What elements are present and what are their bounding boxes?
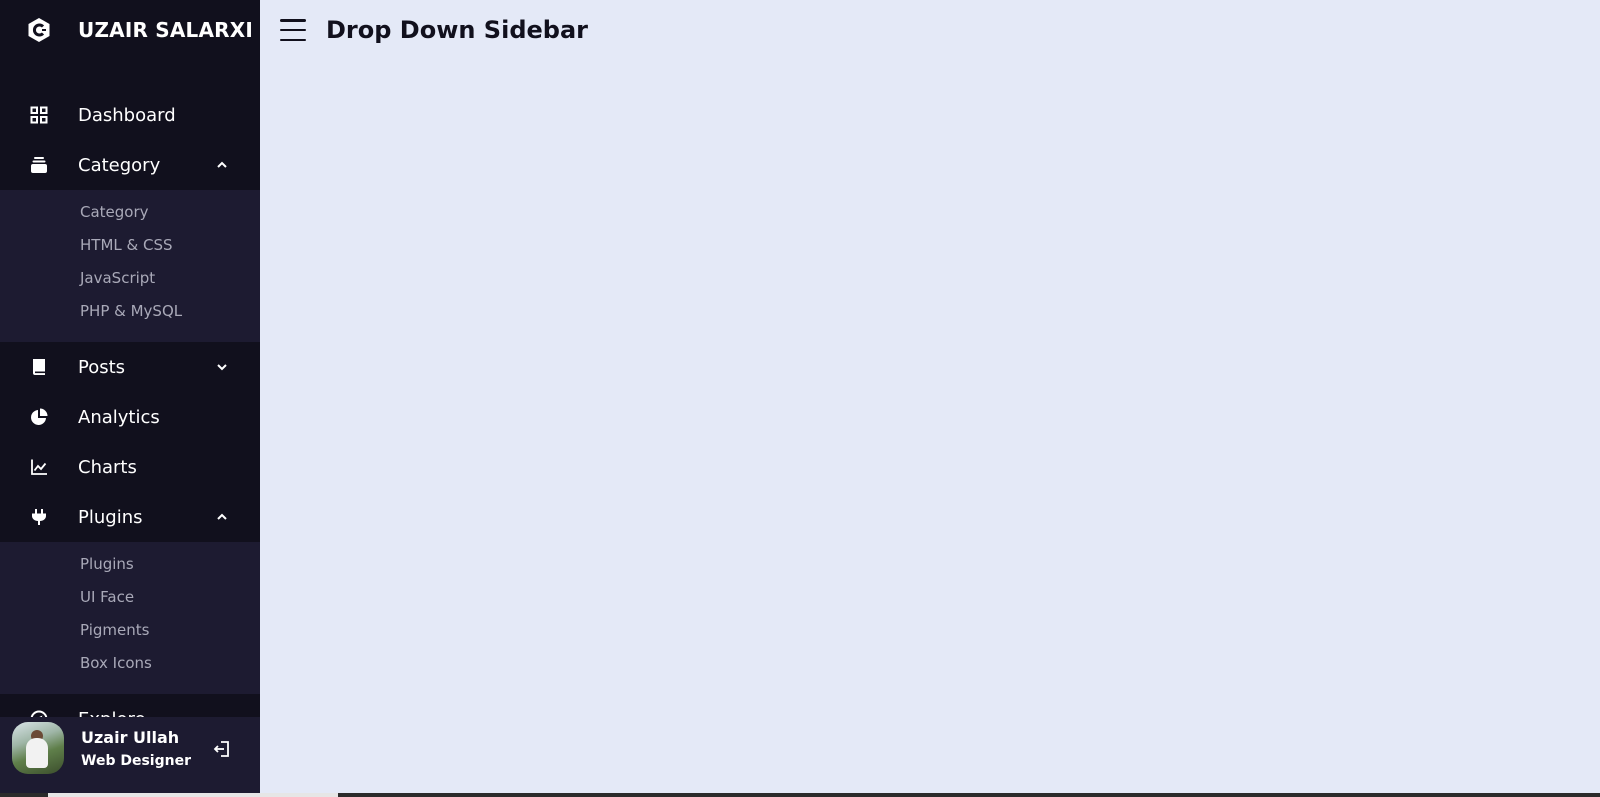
horizontal-scrollbar[interactable] xyxy=(0,793,1600,797)
sidebar: UZAIR SALARXI Dashboard Category Categor… xyxy=(0,0,260,797)
grid-icon xyxy=(0,90,78,140)
sidebar-item-label: Analytics xyxy=(78,406,160,428)
sidebar-item-charts[interactable]: Charts xyxy=(0,442,260,492)
submenu-item[interactable]: UI Face xyxy=(0,581,260,614)
c-hexagon-logo-icon xyxy=(26,17,52,43)
line-chart-icon xyxy=(0,442,78,492)
sidebar-item-label: Charts xyxy=(78,456,137,478)
profile-details: Uzair Ullah Web Designer xyxy=(0,717,260,779)
plugins-submenu: Plugins UI Face Pigments Box Icons xyxy=(0,542,260,694)
chevron-up-icon[interactable] xyxy=(214,157,230,173)
sidebar-item-label: Posts xyxy=(78,356,126,378)
sidebar-item-label: Dashboard xyxy=(78,104,176,126)
submenu-item[interactable]: Plugins xyxy=(0,548,260,581)
submenu-item[interactable]: Pigments xyxy=(0,614,260,647)
home-section: Drop Down Sidebar xyxy=(260,0,1600,797)
sidebar-item-label: Plugins xyxy=(78,506,143,528)
submenu-item[interactable]: PHP & MySQL xyxy=(0,295,260,328)
profile-name: Uzair Ullah xyxy=(81,727,180,747)
pie-chart-icon xyxy=(0,392,78,442)
collection-icon xyxy=(0,140,78,190)
scrollbar-thumb[interactable] xyxy=(48,793,338,797)
submenu-item[interactable]: Category xyxy=(0,196,260,229)
page-title: Drop Down Sidebar xyxy=(326,16,588,44)
avatar[interactable] xyxy=(12,722,64,774)
submenu-item[interactable]: HTML & CSS xyxy=(0,229,260,262)
sidebar-nav: Dashboard Category Category HTML & CSS J… xyxy=(0,90,260,744)
plug-icon xyxy=(0,492,78,542)
home-header: Drop Down Sidebar xyxy=(260,0,1600,60)
category-submenu: Category HTML & CSS JavaScript PHP & MyS… xyxy=(0,190,260,342)
sidebar-item-posts[interactable]: Posts xyxy=(0,342,260,392)
submenu-item[interactable]: Box Icons xyxy=(0,647,260,680)
profile-job: Web Designer xyxy=(81,752,191,769)
hamburger-menu-icon[interactable] xyxy=(280,19,306,41)
sidebar-item-dashboard[interactable]: Dashboard xyxy=(0,90,260,140)
sidebar-item-category[interactable]: Category xyxy=(0,140,260,190)
chevron-down-icon[interactable] xyxy=(214,359,230,375)
brand: UZAIR SALARXI xyxy=(0,0,260,60)
book-icon xyxy=(0,342,78,392)
sidebar-item-label: Category xyxy=(78,154,161,176)
brand-name: UZAIR SALARXI xyxy=(78,18,253,42)
submenu-item[interactable]: JavaScript xyxy=(0,262,260,295)
log-out-icon[interactable] xyxy=(212,739,232,759)
sidebar-item-analytics[interactable]: Analytics xyxy=(0,392,260,442)
chevron-up-icon[interactable] xyxy=(214,509,230,525)
sidebar-item-plugins[interactable]: Plugins xyxy=(0,492,260,542)
